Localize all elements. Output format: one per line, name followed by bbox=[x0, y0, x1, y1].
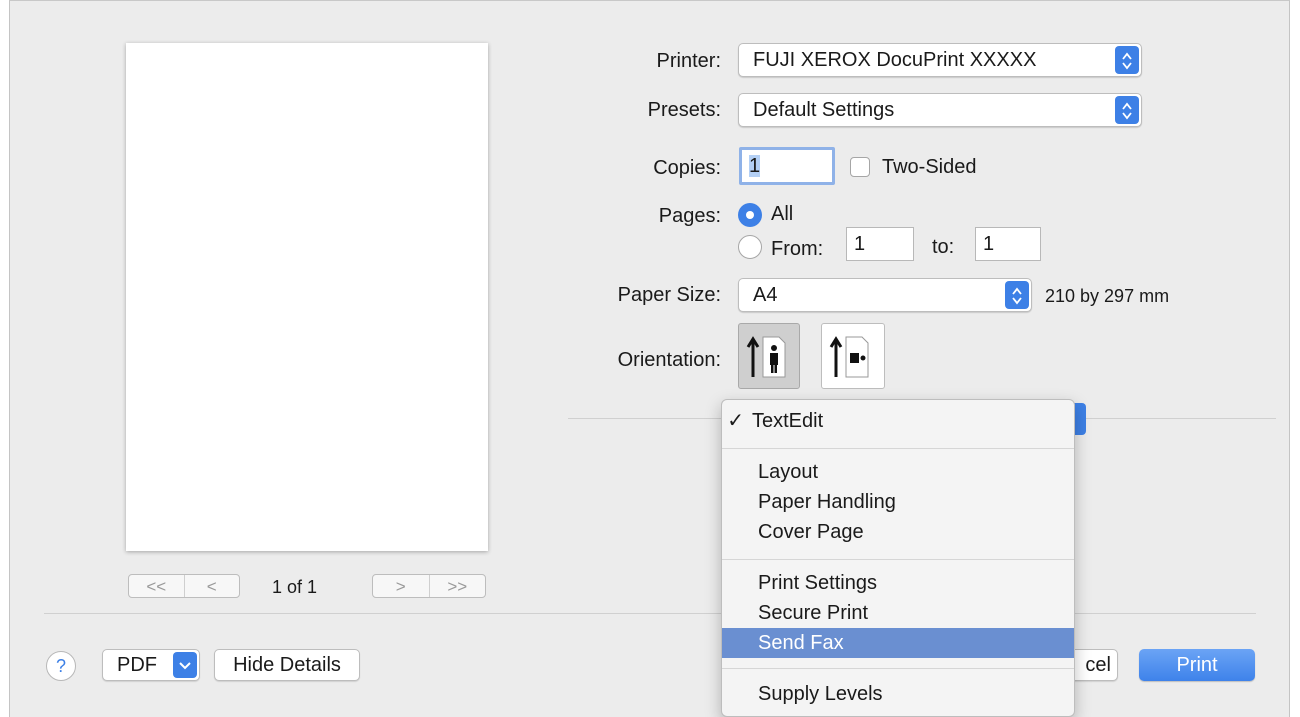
hide-details-button[interactable]: Hide Details bbox=[214, 649, 360, 681]
pages-all-radio[interactable] bbox=[738, 203, 762, 227]
first-page-button[interactable]: << bbox=[129, 575, 184, 597]
pages-to-field[interactable]: 1 bbox=[975, 227, 1041, 261]
next-page-button[interactable]: > bbox=[373, 575, 429, 597]
two-sided-checkbox[interactable] bbox=[850, 157, 870, 177]
print-button[interactable]: Print bbox=[1139, 649, 1255, 681]
popup-arrows-icon bbox=[1115, 96, 1139, 124]
popup-arrows-icon bbox=[1005, 281, 1029, 309]
menu-item-supply-levels[interactable]: Supply Levels bbox=[722, 679, 1074, 709]
pages-to-value: 1 bbox=[983, 233, 995, 255]
paper-dimensions: 210 by 297 mm bbox=[1045, 286, 1170, 306]
menu-separator bbox=[722, 448, 1074, 449]
pdf-menu-button[interactable]: PDF bbox=[102, 649, 200, 681]
presets-popup[interactable]: Default Settings bbox=[738, 93, 1142, 127]
landscape-orientation-icon bbox=[829, 336, 869, 378]
two-sided-label: Two-Sided bbox=[882, 156, 977, 178]
page-indicator: 1 of 1 bbox=[272, 577, 318, 597]
menu-separator bbox=[722, 559, 1074, 560]
menu-separator bbox=[722, 668, 1074, 669]
app-section-menu: ✓ TextEdit Layout Paper Handling Cover Pa… bbox=[721, 399, 1075, 717]
menu-item-print-settings[interactable]: Print Settings bbox=[722, 568, 1074, 598]
copies-field[interactable]: 1 bbox=[739, 147, 835, 185]
help-icon: ? bbox=[55, 656, 66, 676]
pages-all-label: All bbox=[771, 203, 794, 225]
pages-label: Pages: bbox=[658, 205, 721, 227]
page-preview bbox=[126, 43, 488, 551]
pages-from-radio[interactable] bbox=[738, 235, 762, 259]
printer-label: Printer: bbox=[656, 50, 721, 72]
pdf-label: PDF bbox=[117, 654, 157, 676]
print-dialog: << < 1 of 1 > >> Printer: FUJI XEROX Doc… bbox=[9, 0, 1290, 717]
preview-nav-back-group: << < bbox=[128, 574, 240, 598]
menu-item-textedit-label: TextEdit bbox=[752, 410, 824, 432]
paper-size-label: Paper Size: bbox=[617, 284, 721, 306]
menu-item-textedit[interactable]: ✓ TextEdit bbox=[722, 406, 1074, 436]
menu-item-layout[interactable]: Layout bbox=[722, 457, 1074, 487]
popup-arrows-icon bbox=[1115, 46, 1139, 74]
last-page-button[interactable]: >> bbox=[428, 575, 486, 597]
checkmark-icon: ✓ bbox=[727, 410, 744, 432]
menu-item-secure-print[interactable]: Secure Print bbox=[722, 598, 1074, 628]
menu-item-send-fax[interactable]: Send Fax bbox=[722, 628, 1074, 658]
pages-from-field[interactable]: 1 bbox=[846, 227, 914, 261]
copies-label: Copies: bbox=[653, 157, 721, 179]
presets-value: Default Settings bbox=[753, 99, 895, 121]
preview-nav-forward-group: > >> bbox=[372, 574, 486, 598]
menu-item-cover-page[interactable]: Cover Page bbox=[722, 517, 1074, 547]
paper-size-value: A4 bbox=[753, 284, 778, 306]
presets-label: Presets: bbox=[647, 99, 721, 121]
pages-from-value: 1 bbox=[854, 233, 866, 255]
pages-from-label: From: bbox=[771, 238, 824, 260]
portrait-button[interactable] bbox=[738, 323, 800, 389]
help-button[interactable]: ? bbox=[46, 651, 76, 681]
previous-page-button[interactable]: < bbox=[183, 575, 240, 597]
printer-popup[interactable]: FUJI XEROX DocuPrint XXXXX bbox=[738, 43, 1142, 77]
cancel-label: cel bbox=[1085, 654, 1111, 676]
menu-item-paper-handling[interactable]: Paper Handling bbox=[722, 487, 1074, 517]
landscape-button[interactable] bbox=[821, 323, 885, 389]
pages-to-label: to: bbox=[932, 236, 955, 258]
orientation-label: Orientation: bbox=[617, 349, 721, 371]
paper-size-popup[interactable]: A4 bbox=[738, 278, 1032, 312]
printer-value: FUJI XEROX DocuPrint XXXXX bbox=[753, 49, 1037, 71]
chevron-down-icon bbox=[173, 652, 197, 678]
copies-value: 1 bbox=[749, 155, 761, 177]
portrait-orientation-icon bbox=[746, 336, 786, 378]
